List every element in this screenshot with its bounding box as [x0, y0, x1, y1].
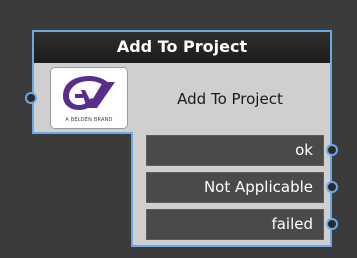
logo-caption: A BELDEN BRAND	[65, 117, 113, 123]
gv-logo-icon: A BELDEN BRAND	[50, 67, 128, 129]
output-row-failed[interactable]: failed	[146, 209, 338, 240]
output-label: Not Applicable	[203, 178, 313, 196]
output-row-ok[interactable]: ok	[146, 135, 338, 166]
output-ports-list: ok Not Applicable failed	[146, 135, 338, 246]
output-port-icon[interactable]	[326, 218, 338, 230]
output-port-icon[interactable]	[326, 144, 338, 156]
output-label: ok	[295, 141, 313, 159]
node-label: Add To Project	[177, 90, 283, 108]
workflow-canvas: Add To Project A BELDEN BRAND Add To Pro…	[0, 0, 357, 258]
output-label: failed	[271, 215, 313, 233]
input-port-icon[interactable]	[25, 92, 37, 104]
output-row-not-applicable[interactable]: Not Applicable	[146, 172, 338, 203]
output-port-icon[interactable]	[326, 181, 338, 193]
node-title[interactable]: Add To Project	[34, 32, 330, 63]
